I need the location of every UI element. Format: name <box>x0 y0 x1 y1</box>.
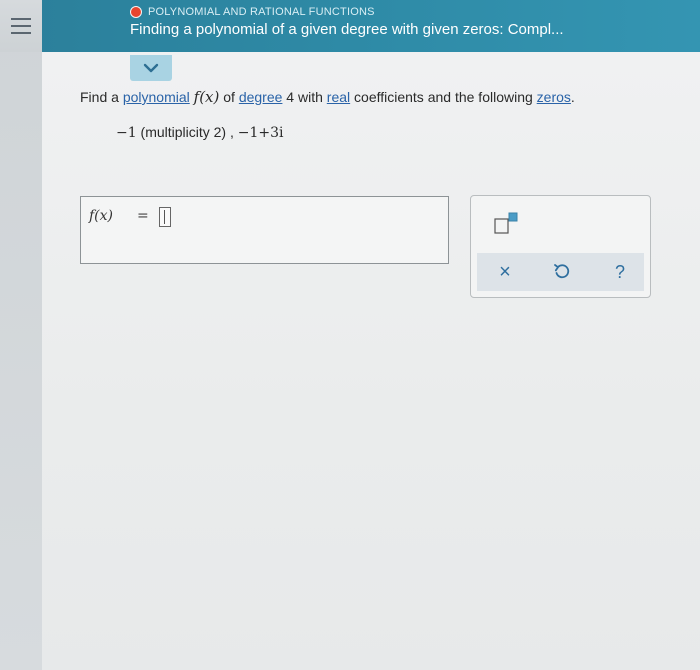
question-text: Find a polynomial f(x) of degree 4 with … <box>80 88 575 106</box>
left-sidebar <box>0 0 42 670</box>
link-degree[interactable]: degree <box>239 89 283 105</box>
link-polynomial[interactable]: polynomial <box>123 89 190 105</box>
answer-label: f(x) <box>89 208 114 224</box>
link-real[interactable]: real <box>327 89 350 105</box>
help-button[interactable]: ? <box>605 259 635 285</box>
close-icon: × <box>499 260 511 283</box>
function-notation: f(x) <box>193 88 220 106</box>
main-panel <box>42 52 700 670</box>
header-bar: POLYNOMIAL AND RATIONAL FUNCTIONS Findin… <box>0 0 700 52</box>
equals-sign: = <box>137 208 149 224</box>
question-text-part: coefficients and the following <box>350 89 537 105</box>
question-text-part: 4 with <box>282 89 327 105</box>
help-icon: ? <box>614 261 625 282</box>
menu-button[interactable] <box>0 0 42 52</box>
hamburger-icon <box>11 18 31 34</box>
page-title: Finding a polynomial of a given degree w… <box>130 21 564 38</box>
zero-1: −1 <box>116 125 137 141</box>
topic-label: POLYNOMIAL AND RATIONAL FUNCTIONS <box>130 6 375 18</box>
link-zeros[interactable]: zeros <box>537 89 571 105</box>
status-dot-icon <box>130 6 142 18</box>
undo-button[interactable] <box>547 259 577 285</box>
clear-button[interactable]: × <box>490 259 520 285</box>
question-text-part: of <box>219 89 239 105</box>
zero-1-multiplicity: (multiplicity 2) , <box>136 124 238 140</box>
chevron-down-icon <box>143 63 159 73</box>
action-row: × ? <box>477 253 644 291</box>
answer-input[interactable] <box>159 207 171 227</box>
question-text-part: . <box>570 89 575 105</box>
question-text-part: Find a <box>80 89 123 105</box>
superscript-icon <box>494 212 518 234</box>
collapse-toggle[interactable] <box>130 55 172 81</box>
undo-icon <box>554 264 570 279</box>
answer-box[interactable]: f(x) = <box>80 196 449 264</box>
zeros-list: −1 (multiplicity 2) , −1+3i <box>116 124 284 141</box>
topic-text: POLYNOMIAL AND RATIONAL FUNCTIONS <box>148 6 375 18</box>
zero-2: −1+3i <box>237 125 284 141</box>
math-toolbar: × ? <box>470 195 651 298</box>
superscript-button[interactable] <box>491 210 521 236</box>
